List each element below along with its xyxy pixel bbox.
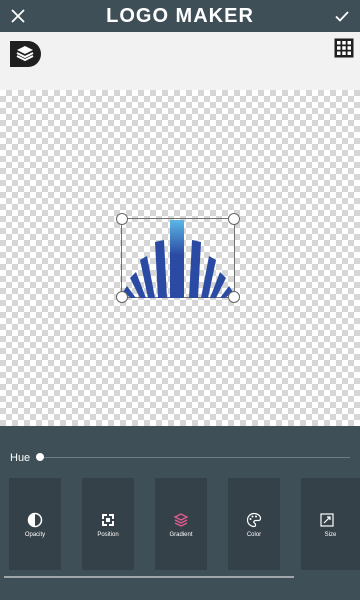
confirm-button[interactable] [330, 4, 354, 28]
hue-slider-knob[interactable] [36, 453, 44, 461]
app-header: LOGO MAKER [0, 0, 360, 32]
check-icon [335, 11, 349, 22]
edit-panel: Hue Opacity Position Gradient Color Size [0, 426, 360, 600]
grid-toggle-button[interactable] [334, 38, 354, 58]
resize-handle[interactable] [228, 291, 240, 303]
layers-button[interactable] [8, 39, 44, 69]
hue-label: Hue [10, 452, 31, 464]
tool-gradient[interactable]: Gradient [155, 478, 207, 570]
app-title: LOGO MAKER [106, 5, 254, 27]
position-icon [102, 514, 114, 526]
flip-handle[interactable] [228, 213, 240, 225]
tool-label: Opacity [24, 532, 46, 538]
tool-label: Gradient [169, 532, 193, 538]
grid-icon [334, 38, 354, 58]
tool-label: Position [97, 532, 119, 538]
tool-opacity[interactable]: Opacity [9, 478, 61, 570]
design-canvas[interactable] [0, 90, 360, 426]
tool-label: Color [246, 532, 262, 538]
tool-strip-scrollbar[interactable] [4, 576, 294, 578]
rotate-handle[interactable] [116, 213, 128, 225]
top-toolbar [0, 32, 360, 90]
tool-strip: Opacity Position Gradient Color Size [0, 478, 360, 570]
tool-color[interactable]: Color [228, 478, 280, 570]
opacity-icon [27, 512, 43, 528]
tool-position[interactable]: Position [82, 478, 134, 570]
logo-graphic[interactable] [116, 213, 240, 303]
layers-icon [10, 41, 41, 67]
gradient-icon [173, 513, 189, 527]
palette-icon [246, 512, 262, 528]
size-icon [320, 513, 334, 527]
tool-size[interactable]: Size [301, 478, 360, 570]
tool-label: Size [324, 532, 337, 538]
delete-handle[interactable] [116, 291, 128, 303]
logo-icon [121, 218, 235, 298]
hue-slider-track[interactable] [38, 457, 350, 458]
